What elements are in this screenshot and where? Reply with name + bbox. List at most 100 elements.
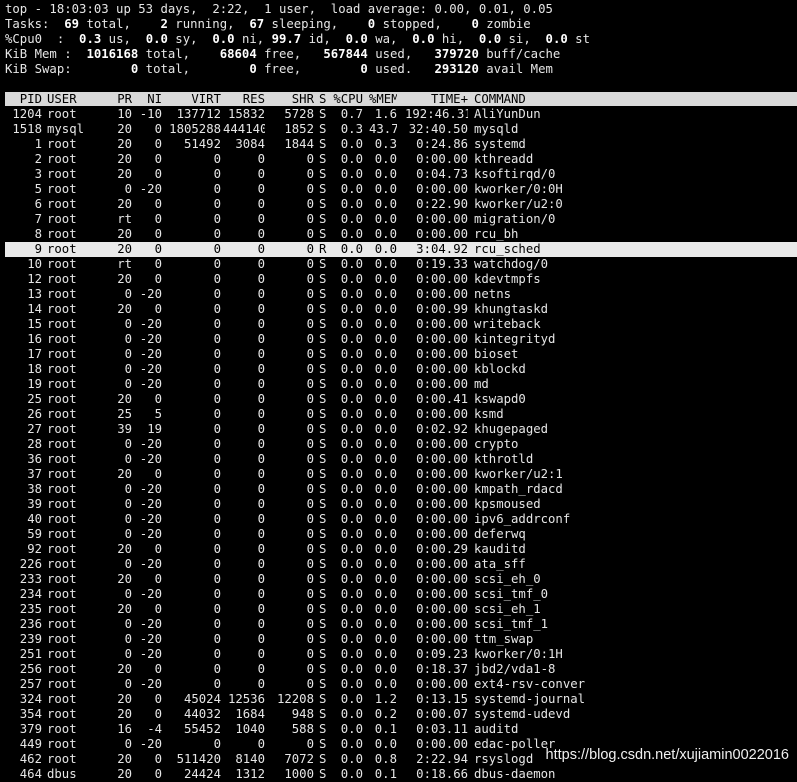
column-header-res[interactable]: RES — [223, 92, 265, 107]
process-row[interactable]: 235 root 20 0 0 0 0 S 0.0 0.0 0:00.00 scsi_eh_1 — [5, 602, 797, 617]
process-row[interactable]: 3 root 20 0 0 0 0 S 0.0 0.0 0:04.73 ksoftirqd/0 — [5, 167, 797, 182]
cell-shr: 5728 — [284, 107, 314, 121]
column-header-pid[interactable]: PID — [5, 92, 42, 107]
cell-ni: 0 — [154, 467, 162, 481]
cell-state: S — [319, 482, 327, 496]
process-row[interactable]: 5 root 0 -20 0 0 0 S 0.0 0.0 0:00.00 kworker/0:0H — [5, 182, 797, 197]
cell-user: root — [47, 242, 77, 256]
cell-command: kpsmoused — [474, 497, 541, 511]
cell-virt: 0 — [213, 632, 221, 646]
process-row[interactable]: 38 root 0 -20 0 0 0 S 0.0 0.0 0:00.00 kmpath_rdacd — [5, 482, 797, 497]
cell-pid: 27 — [27, 422, 42, 436]
cell-mem: 0.1 — [374, 722, 397, 736]
process-row[interactable]: 251 root 0 -20 0 0 0 S 0.0 0.0 0:09.23 kworker/0:1H — [5, 647, 797, 662]
cell-pid: 239 — [19, 632, 42, 646]
process-row[interactable]: 28 root 0 -20 0 0 0 S 0.0 0.0 0:00.00 crypto — [5, 437, 797, 452]
cell-res: 0 — [257, 227, 265, 241]
cell-time: 0:03.11 — [416, 722, 468, 736]
column-header-virt[interactable]: VIRT — [165, 92, 221, 107]
process-row[interactable]: 464 dbus 20 0 24424 1312 1000 S 0.0 0.1 0:18.66 dbu… — [5, 767, 797, 782]
cell-pr: rt — [117, 257, 132, 271]
process-row[interactable]: 8 root 20 0 0 0 0 S 0.0 0.0 0:00.00 rcu_bh — [5, 227, 797, 242]
process-row[interactable]: 18 root 0 -20 0 0 0 S 0.0 0.0 0:00.00 kblockd — [5, 362, 797, 377]
process-row[interactable]: 226 root 0 -20 0 0 0 S 0.0 0.0 0:00.00 ata_sff — [5, 557, 797, 572]
process-row[interactable]: 256 root 20 0 0 0 0 S 0.0 0.0 0:18.37 jbd2/vda1-8 — [5, 662, 797, 677]
process-row[interactable]: 1204 root 10 -10 137712 15832 5728 S 0.7 1.6 192:4… — [5, 107, 797, 122]
process-row[interactable]: 13 root 0 -20 0 0 0 S 0.0 0.0 0:00.00 netns — [5, 287, 797, 302]
process-row[interactable]: 15 root 0 -20 0 0 0 S 0.0 0.0 0:00.00 writeback — [5, 317, 797, 332]
process-row[interactable]: 7 root rt 0 0 0 0 S 0.0 0.0 0:00.00 migration/0 — [5, 212, 797, 227]
cell-pr: 20 — [117, 467, 132, 481]
cell-shr: 0 — [306, 272, 314, 286]
column-header-command[interactable]: COMMAND — [474, 92, 774, 107]
process-row[interactable]: 37 root 20 0 0 0 0 S 0.0 0.0 0:00.00 kworker/u2:1 — [5, 467, 797, 482]
cell-res: 0 — [257, 572, 265, 586]
cell-ni: -20 — [139, 557, 162, 571]
process-row[interactable]: 59 root 0 -20 0 0 0 S 0.0 0.0 0:00.00 deferwq — [5, 527, 797, 542]
process-row[interactable]: 39 root 0 -20 0 0 0 S 0.0 0.0 0:00.00 kpsmoused — [5, 497, 797, 512]
column-header-mem[interactable]: %MEM — [369, 92, 397, 107]
process-row[interactable]: 92 root 20 0 0 0 0 S 0.0 0.0 0:00.29 kauditd — [5, 542, 797, 557]
cell-time: 0:00.00 — [416, 287, 468, 301]
cell-cpu: 0.0 — [340, 347, 363, 361]
process-row[interactable]: 36 root 0 -20 0 0 0 S 0.0 0.0 0:00.00 kthrotld — [5, 452, 797, 467]
column-header-pr[interactable]: PR — [105, 92, 132, 107]
cell-mem: 0.0 — [374, 317, 397, 331]
process-row[interactable]: 40 root 0 -20 0 0 0 S 0.0 0.0 0:00.00 ipv6_addrconf — [5, 512, 797, 527]
cell-shr: 0 — [306, 617, 314, 631]
process-row[interactable]: 233 root 20 0 0 0 0 S 0.0 0.0 0:00.00 scsi_eh_0 — [5, 572, 797, 587]
cell-ni: -20 — [139, 617, 162, 631]
process-row[interactable]: 236 root 0 -20 0 0 0 S 0.0 0.0 0:00.00 scsi_tmf_1 — [5, 617, 797, 632]
cell-pr: 25 — [117, 407, 132, 421]
cell-ni: -20 — [139, 182, 162, 196]
cell-time: 0:00.00 — [416, 212, 468, 226]
cell-pid: 15 — [27, 317, 42, 331]
process-row[interactable]: 26 root 25 5 0 0 0 S 0.0 0.0 0:00.00 ksmd — [5, 407, 797, 422]
user-count: 1 — [264, 2, 272, 16]
cell-state: S — [319, 557, 327, 571]
process-row[interactable]: 10 root rt 0 0 0 0 S 0.0 0.0 0:19.33 watchdog/0 — [5, 257, 797, 272]
cell-mem: 0.0 — [374, 437, 397, 451]
process-row[interactable]: 17 root 0 -20 0 0 0 S 0.0 0.0 0:00.00 bioset — [5, 347, 797, 362]
cell-shr: 0 — [306, 212, 314, 226]
column-header-cpu[interactable]: %CPU — [333, 92, 363, 107]
column-header-user[interactable]: USER — [47, 92, 107, 107]
cell-cpu: 0.0 — [340, 272, 363, 286]
cell-shr: 0 — [306, 317, 314, 331]
cell-cpu: 0.0 — [340, 317, 363, 331]
cell-time: 0:00.00 — [416, 182, 468, 196]
process-row[interactable]: 2 root 20 0 0 0 0 S 0.0 0.0 0:00.00 kthreadd — [5, 152, 797, 167]
cell-cpu: 0.0 — [340, 377, 363, 391]
column-header-state[interactable]: S — [319, 92, 329, 107]
column-header-shr[interactable]: SHR — [267, 92, 314, 107]
cell-shr: 0 — [306, 527, 314, 541]
cell-user: root — [47, 197, 77, 211]
cell-user: root — [47, 392, 77, 406]
process-row[interactable]: 16 root 0 -20 0 0 0 S 0.0 0.0 0:00.00 kintegrityd — [5, 332, 797, 347]
column-header-ni[interactable]: NI — [135, 92, 162, 107]
cell-user: root — [47, 572, 77, 586]
cell-time: 0:22.90 — [416, 197, 468, 211]
cell-virt: 0 — [213, 467, 221, 481]
process-row[interactable]: 27 root 39 19 0 0 0 S 0.0 0.0 0:02.92 khugepaged — [5, 422, 797, 437]
process-row[interactable]: 379 root 16 -4 55452 1040 588 S 0.0 0.1 0:03.11 aud… — [5, 722, 797, 737]
process-row[interactable]: 1518 mysql 20 0 1805288 444140 1852 S 0.3 43.7 32:… — [5, 122, 797, 137]
process-row[interactable]: 6 root 20 0 0 0 0 S 0.0 0.0 0:22.90 kworker/u2:0 — [5, 197, 797, 212]
process-row[interactable]: 12 root 20 0 0 0 0 S 0.0 0.0 0:00.00 kdevtmpfs — [5, 272, 797, 287]
process-row[interactable]: 324 root 20 0 45024 12536 12208 S 0.0 1.2 0:13.15 s… — [5, 692, 797, 707]
column-header-time[interactable]: TIME+ — [405, 92, 468, 107]
process-row[interactable]: 9 root 20 0 0 0 0 R 0.0 0.0 3:04.92 rcu_sched — [5, 242, 797, 257]
cell-pr: 20 — [117, 227, 132, 241]
process-row[interactable]: 354 root 20 0 44032 1684 948 S 0.0 0.2 0:00.07 syst… — [5, 707, 797, 722]
process-row[interactable]: 257 root 0 -20 0 0 0 S 0.0 0.0 0:00.00 ext4-rsv-con… — [5, 677, 797, 692]
cell-mem: 0.0 — [374, 422, 397, 436]
cell-res: 0 — [257, 602, 265, 616]
process-row[interactable]: 239 root 0 -20 0 0 0 S 0.0 0.0 0:00.00 ttm_swap — [5, 632, 797, 647]
process-row[interactable]: 234 root 0 -20 0 0 0 S 0.0 0.0 0:00.00 scsi_tmf_0 — [5, 587, 797, 602]
process-row[interactable]: 19 root 0 -20 0 0 0 S 0.0 0.0 0:00.00 md — [5, 377, 797, 392]
cell-virt: 44032 — [183, 707, 221, 721]
process-row[interactable]: 14 root 20 0 0 0 0 S 0.0 0.0 0:00.99 khungtaskd — [5, 302, 797, 317]
process-row[interactable]: 1 root 20 0 51492 3084 1844 S 0.0 0.3 0:24.86 syste… — [5, 137, 797, 152]
process-row[interactable]: 25 root 20 0 0 0 0 S 0.0 0.0 0:00.41 kswapd0 — [5, 392, 797, 407]
cell-command: kworker/u2:1 — [474, 467, 563, 481]
